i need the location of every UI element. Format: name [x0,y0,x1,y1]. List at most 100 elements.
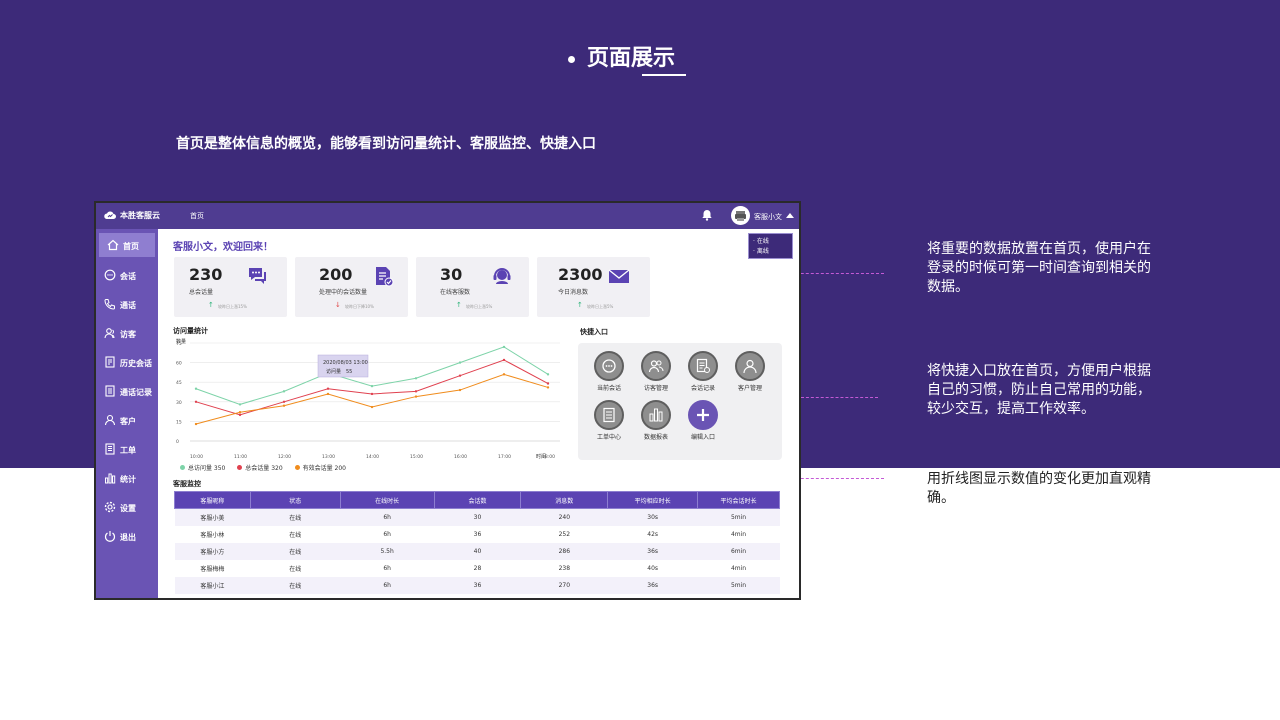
data-point[interactable] [238,403,242,406]
data-point[interactable] [546,373,550,376]
stat-label: 今日消息数 [558,289,589,296]
quick-item-session-records[interactable]: 会话记录 [678,351,728,392]
quick-item-customers[interactable]: 客户管理 [725,351,775,392]
status-dropdown[interactable]: · 在线 · 离线 [748,233,793,259]
arrow-up-icon: ↑ [208,301,214,309]
data-point[interactable] [502,373,506,376]
stat-card-messages[interactable]: 2300 今日消息数 ↑ 较昨日上涨5% [537,257,650,317]
caret-up-icon[interactable] [786,213,794,218]
legend-dot [180,465,185,470]
stat-card-total-sessions[interactable]: 230 总会话量 ↑ 较昨日上涨15% [174,257,287,317]
data-point[interactable] [238,413,242,417]
sidebar-item-logout[interactable]: 退出 [96,524,158,548]
sidebar-label: 设置 [120,504,136,513]
bell-icon[interactable] [701,209,713,221]
table-row[interactable]: 客服小美 在线 6h 30 240 30s 5min [174,508,780,526]
logout-icon [104,531,116,542]
table-row[interactable]: 客服小方 在线 5.5h 40 286 36s 6min [174,542,780,560]
table-row[interactable]: 客服小江 在线 6h 36 270 36s 5min [174,576,780,594]
data-point[interactable] [502,358,506,362]
legend-label: 总会话量 320 [245,465,283,472]
data-point[interactable] [458,361,462,364]
sidebar-item-stats[interactable]: 统计 [96,466,158,490]
data-point[interactable] [458,374,462,377]
status-option-offline[interactable]: · 离线 [753,247,792,257]
sidebar-item-settings[interactable]: 设置 [96,495,158,519]
data-point[interactable] [282,390,286,393]
data-point[interactable] [282,404,286,407]
data-point[interactable] [370,384,374,388]
sidebar-item-home[interactable]: 首页 [99,233,155,257]
column-header[interactable]: 在线时长 [339,491,435,509]
data-point[interactable] [414,377,418,380]
series-line[interactable] [195,373,549,425]
data-point[interactable] [370,392,374,396]
table-row[interactable]: 客服小林 在线 6h 36 252 42s 4min [174,525,780,543]
data-point[interactable] [414,395,418,398]
data-point[interactable] [546,386,550,389]
data-point[interactable] [282,400,286,403]
sidebar-item-call-log[interactable]: 通话记录 [96,379,158,403]
data-point[interactable] [458,388,462,392]
quick-item-tickets[interactable]: 工单中心 [584,400,634,441]
x-tick-label: 13:00 [322,454,335,459]
column-header[interactable]: 消息数 [520,491,609,509]
table-header-row: 客服昵称 状态 在线时长 会话数 消息数 平均相应时长 平均会话时长 [174,491,780,509]
data-point[interactable] [238,411,242,414]
data-point[interactable] [502,345,506,349]
stat-card-processing[interactable]: 200 处理中的会话数量 ↓ 较昨日下降10% [295,257,408,317]
status-option-online[interactable]: · 在线 [753,237,792,247]
data-point[interactable] [546,382,550,385]
legend-item[interactable]: 有效会话量 200 [294,465,346,472]
column-header[interactable]: 平均会话时长 [697,491,780,509]
table-cell: 6h [340,559,435,577]
table-cell: 4min [697,525,780,543]
column-header[interactable]: 平均相应时长 [607,491,699,509]
data-point[interactable] [194,400,198,403]
tooltip-label: 访问量 [326,368,341,375]
stat-trend: 较昨日上涨15% [218,304,247,309]
quick-item-reports[interactable]: 数据报表 [631,400,681,441]
sidebar-item-customer[interactable]: 客户 [96,408,158,432]
sidebar-item-ticket[interactable]: 工单 [96,437,158,461]
sidebar-label: 历史会话 [120,359,152,368]
plus-icon [688,400,718,430]
sidebar-item-chat[interactable]: 会话 [96,263,158,287]
page-subtitle: 首页是整体信息的概览，能够看到访问量统计、客服监控、快捷入口 [176,136,596,152]
stat-card-online-agents[interactable]: 30 在线客服数 ↑ 较昨日上涨5% [416,257,529,317]
data-point[interactable] [414,390,418,393]
quick-item-current-chat[interactable]: 当前会话 [584,351,634,392]
y-tick-label: 45 [176,380,182,386]
arrow-up-icon: ↑ [577,301,583,309]
quick-item-visitors[interactable]: 访客管理 [631,351,681,392]
table-cell: 在线 [250,559,341,577]
table-cell: 6h [340,525,435,543]
sidebar-item-call[interactable]: 通话 [96,292,158,316]
sidebar-item-history[interactable]: 历史会话 [96,350,158,374]
breadcrumb-home[interactable]: 首页 [190,211,204,221]
sidebar-item-visitor[interactable]: 访客 [96,321,158,345]
data-point[interactable] [370,405,374,409]
table-cell: 5.5h [340,542,435,560]
stat-value: 230 [189,265,223,284]
column-header[interactable]: 客服昵称 [174,491,251,509]
legend-item[interactable]: 总访问量 350 [180,465,225,472]
chart-legend: 总访问量 350 总会话量 320 有效会话量 200 [180,463,356,472]
welcome-message: 客服小文，欢迎回来！ [173,242,273,253]
data-point[interactable] [194,387,198,390]
table-row[interactable]: 客服梅梅 在线 6h 28 238 40s 4min [174,559,780,577]
data-point[interactable] [326,392,330,396]
column-header[interactable]: 会话数 [433,491,522,509]
user-name[interactable]: 客服小文 [754,212,782,222]
table-cell: 40s [607,559,698,577]
column-header[interactable]: 状态 [249,491,341,509]
series-line[interactable] [195,346,549,405]
chart-tooltip: 2020/08/03 13:00 访问量 55 [317,354,369,378]
avatar[interactable] [731,206,750,225]
note-data-overview: 将重要的数据放置在首页，使用户在登录的时候可第一时间查询到相关的数据。 [927,241,1151,295]
legend-item[interactable]: 总会话量 320 [237,465,283,472]
quick-item-edit[interactable]: 编辑入口 [678,400,728,441]
data-point[interactable] [194,422,198,426]
visits-line-chart: 数量 时间 0153045607510:00 11:00 12:00 13:00 14:… [176,338,560,459]
data-point[interactable] [326,387,330,390]
